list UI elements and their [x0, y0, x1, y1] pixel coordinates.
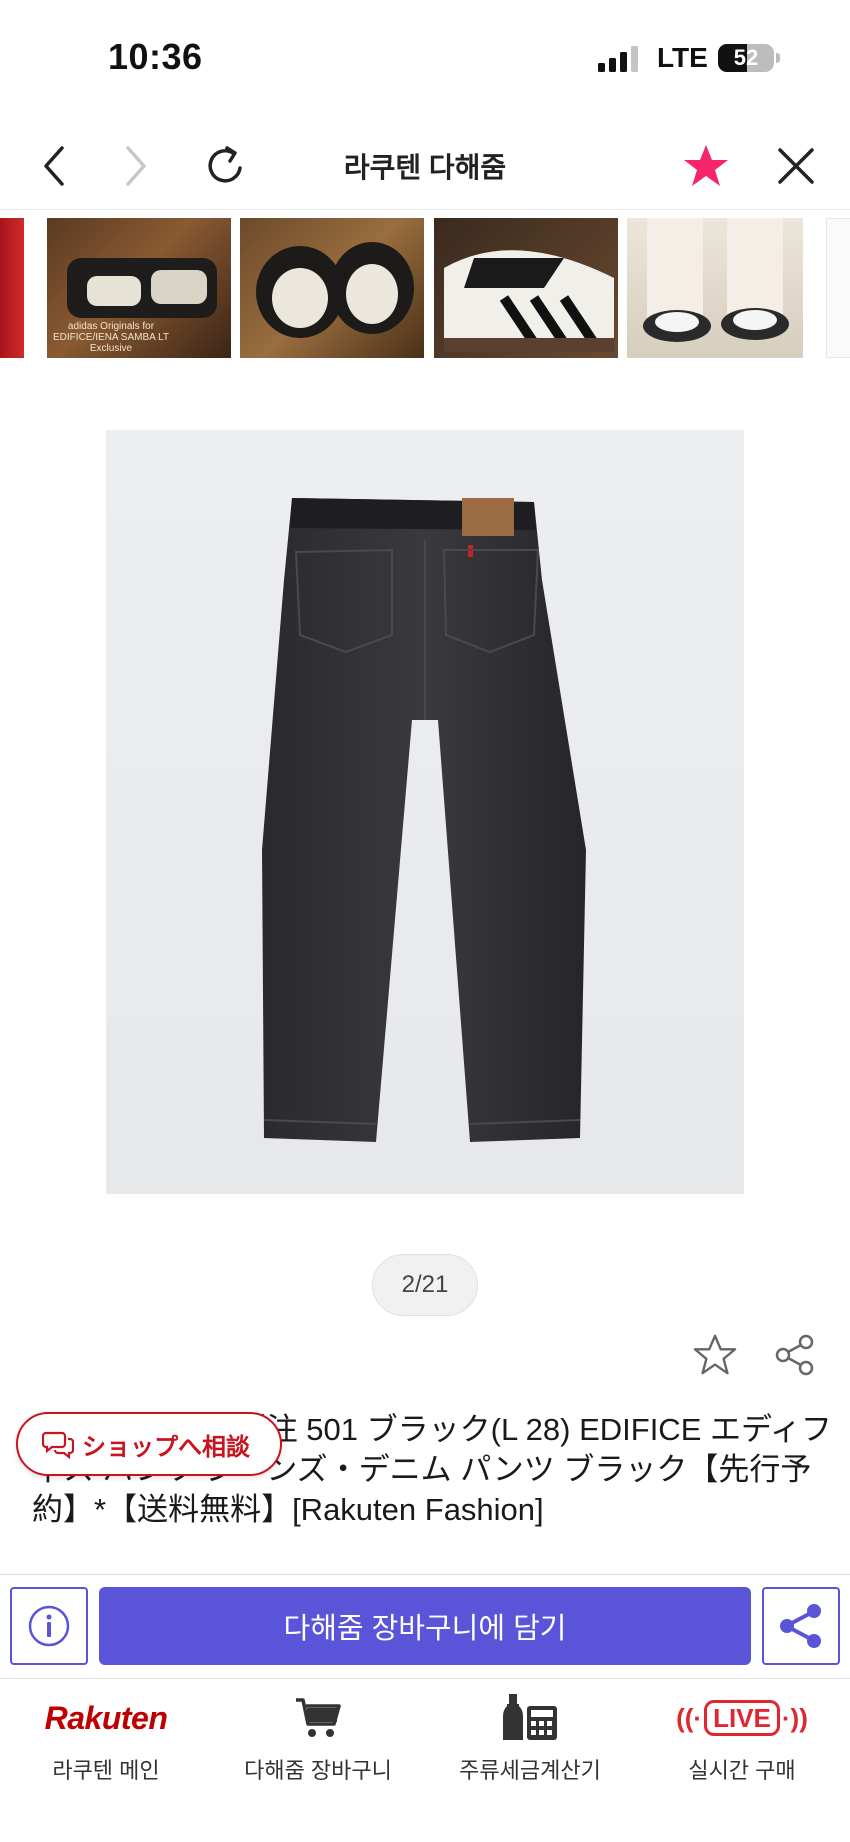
battery-level: 52	[733, 45, 759, 70]
info-button[interactable]	[10, 1587, 88, 1665]
sneaker-photo	[256, 242, 414, 338]
tab-label: 주류세금계산기	[459, 1758, 601, 1783]
tab-cart[interactable]: 다해줌 장바구니	[212, 1693, 424, 1803]
tab-label: 다해줌 장바구니	[244, 1758, 392, 1783]
star-filled-icon	[684, 145, 728, 186]
tab-liquor-tax-calculator[interactable]: 주류세금계산기	[424, 1693, 636, 1803]
gallery-counter: 2/21	[372, 1254, 478, 1316]
jeans-photo	[262, 498, 586, 1142]
cart-icon	[296, 1698, 341, 1737]
tab-label: 라쿠텐 메인	[52, 1758, 160, 1783]
signal-strength-icon	[598, 46, 638, 72]
info-icon	[28, 1605, 70, 1647]
favorite-product-button[interactable]	[690, 1330, 740, 1380]
share-icon	[780, 1604, 821, 1648]
product-image[interactable]	[106, 430, 744, 1194]
thumbnail[interactable]	[434, 218, 618, 358]
battery-icon: 52	[718, 44, 774, 72]
browser-nav: 라쿠텐 다해줌	[0, 118, 850, 210]
live-icon: ((· LIVE ·))	[676, 1700, 808, 1736]
favorite-button[interactable]	[678, 138, 734, 194]
star-outline-icon	[693, 1334, 737, 1375]
share-icon	[775, 1334, 814, 1376]
thumbnail-strip[interactable]: adidas Originals for EDIFICE/IENA SAMBA …	[0, 218, 850, 366]
shop-consult-button[interactable]: ショップへ相談	[16, 1412, 282, 1476]
status-bar: 10:36 LTE 52	[0, 0, 850, 118]
thumbnail[interactable]	[0, 218, 24, 358]
share-product-button[interactable]	[770, 1330, 820, 1380]
close-icon	[778, 148, 814, 184]
shop-consult-label: ショップへ相談	[82, 1433, 250, 1461]
close-button[interactable]	[768, 138, 824, 194]
bottom-tab-bar: Rakuten 라쿠텐 메인 다해줌 장바구니 주류세금계산기 ((· LIVE…	[0, 1678, 850, 1842]
thumbnail[interactable]	[627, 218, 803, 358]
rakuten-logo: Rakuten	[44, 1699, 168, 1736]
sneaker-photo	[444, 250, 614, 352]
thumbnail[interactable]	[826, 218, 850, 358]
sneaker-photo	[643, 218, 789, 342]
battery-tip	[776, 53, 780, 63]
network-type: LTE	[657, 42, 708, 73]
thumbnail-caption: adidas Originals for EDIFICE/IENA SAMBA …	[53, 321, 169, 354]
add-to-cart-button[interactable]: 다해줌 장바구니에 담기	[99, 1587, 751, 1665]
status-time: 10:36	[108, 36, 203, 77]
live-logo: LIVE	[704, 1700, 780, 1736]
chat-bubbles-icon	[42, 1431, 74, 1459]
tab-live-purchase[interactable]: ((· LIVE ·)) 실시간 구매	[636, 1693, 848, 1803]
tab-rakuten-main[interactable]: Rakuten 라쿠텐 메인	[0, 1693, 212, 1803]
action-bar: 다해줌 장바구니에 담기	[0, 1574, 850, 1678]
thumbnail[interactable]	[240, 218, 424, 358]
share-button[interactable]	[762, 1587, 840, 1665]
tab-label: 실시간 구매	[688, 1758, 796, 1783]
thumbnail[interactable]: adidas Originals for EDIFICE/IENA SAMBA …	[47, 218, 231, 358]
liquor-calculator-icon	[503, 1694, 557, 1740]
